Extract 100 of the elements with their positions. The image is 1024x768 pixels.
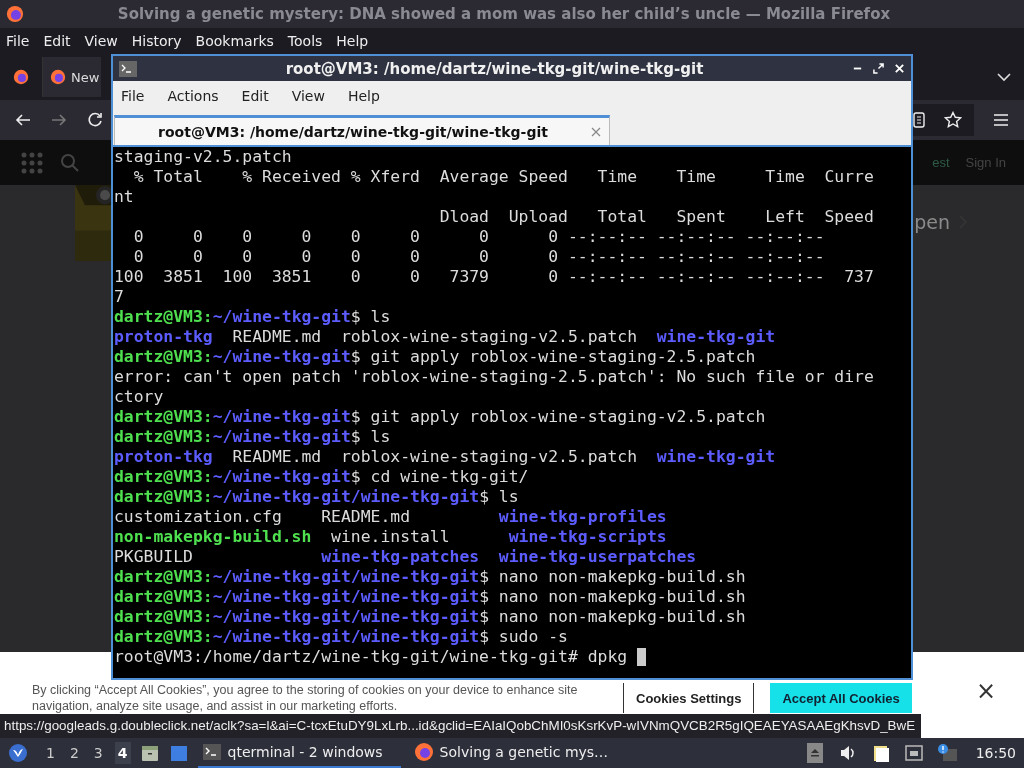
status-url: https://googleads.g.doubleclick.net/aclk?sa=l&ai=C-tcxEtuDY9LxLrb...id&gclid=EAIaIQobChMI0sKsrKvP-wIVNmQVCB2R5gIQEAEYASAAEgKhsvD_BwE [0,714,922,738]
terminal-text: root@VM3:/home/dartz/wine-tkg-git/wine-tkg-git# dpkg [114,647,629,667]
chevron-down-icon[interactable] [996,72,1012,82]
terminal-text: wine-tkg-patches [321,547,481,567]
star-icon[interactable] [944,111,962,129]
terminal-text: ~/wine-tkg-git [212,427,351,447]
terminal-text: ~/wine-tkg-git [212,307,351,327]
terminal-text: ~/wine-tkg-git [212,467,351,487]
terminal-text: $ sudo -s [479,627,568,647]
terminal-text: ~/wine-tkg-git/wine-tkg-git [212,607,480,627]
eject-icon[interactable] [804,743,825,763]
terminal-text: $ ls [479,487,519,507]
menu-item[interactable]: Help [347,88,380,104]
terminal-text: nt [114,187,134,207]
terminal-text: ~/wine-tkg-git/wine-tkg-git [212,627,480,647]
terminal-text: customization.cfg README.md [114,507,412,527]
terminal-text: wine-tkg-profiles [498,507,667,527]
terminal-text: wine-tkg-git [656,447,776,467]
folder-icon[interactable] [139,743,160,763]
terminal-text: PKGBUILD [114,547,194,567]
firefox-icon[interactable] [12,68,30,86]
terminal-text: $ ls [350,427,391,447]
text-cursor [637,648,646,666]
terminal-text: $ ls [350,307,391,327]
terminal-text: 7 [114,287,124,307]
terminal-text: 0 0 0 0 0 0 0 0 --:--:-- --:--:-- --:--:-- [132,227,825,247]
terminal-text: wine-tkg-scripts [508,527,667,547]
menu-item[interactable]: View [291,88,325,104]
terminal-text: $ nano non-makepkg-build.sh [479,587,746,607]
menu-item[interactable]: Tools [287,33,323,49]
terminal-text: README.md roblox-wine-staging-v2.5.patch [231,327,638,347]
terminal-text: wine-tkg-git [656,327,776,347]
terminal-text: dartz@VM3: [114,627,213,647]
menu-item[interactable]: Actions [167,88,219,104]
terminal-text: dartz@VM3: [114,467,213,487]
menu-item[interactable]: File [6,33,30,49]
terminal-text: dartz@VM3: [114,407,213,427]
terminal-text: wine.install [330,527,451,547]
terminal-text: dartz@VM3: [114,587,213,607]
network-icon[interactable] [903,743,924,763]
menu-icon[interactable] [992,111,1010,129]
firefox-icon [6,5,24,23]
terminal-text: $ cd wine-tkg-git/ [350,467,529,487]
desktop-icon[interactable] [168,743,189,763]
menu-item[interactable]: History [131,33,182,49]
menu-item[interactable]: Bookmarks [195,33,274,49]
terminal-icon [201,742,222,762]
terminal-text: dartz@VM3: [114,427,213,447]
workspace-button[interactable]: 2 [66,742,82,764]
terminal-text: staging-v2.5.patch [114,147,292,167]
terminal-text: ~/wine-tkg-git/wine-tkg-git [212,487,480,507]
taskbar-button[interactable]: Solving a genetic mys… [409,738,627,768]
terminal-text: 0 0 0 0 0 0 0 0 --:--:-- --:--:-- --:--:-- [132,247,825,267]
cookie-notice-text: By clicking “Accept All Cookies”, you agree to the storing of cookies on your device to enhance site navigation, analyze site usage, and assist in our marketing efforts. [32,682,579,714]
terminal-text: non-makepkg-build.sh [114,527,312,547]
terminal-text: $ git apply roblox-wine-staging-v2.5.patch [350,407,766,427]
terminal-text: ~/wine-tkg-git [212,407,351,427]
terminal-text: $ nano non-makepkg-build.sh [479,607,746,627]
terminal-text: proton-tkg [114,447,213,467]
window-title: root@VM3: /home/dartz/wine-tkg-git/wine-tkg-git [284,59,705,78]
terminal-text: ~/wine-tkg-git/wine-tkg-git [212,587,480,607]
accept-button[interactable]: Accept All Cookies [770,683,912,713]
terminal-text: dartz@VM3: [114,347,213,367]
terminal-text: proton-tkg [114,327,213,347]
menu-item[interactable]: File [121,88,145,104]
terminal-text: dartz@VM3: [114,487,213,507]
terminal-text: dartz@VM3: [114,607,213,627]
menu-item[interactable]: Edit [43,33,71,49]
firefox-icon [413,742,434,762]
terminal-text: $ nano non-makepkg-build.sh [479,567,746,587]
clock: 16:50 [975,745,1016,761]
terminal-text: Dload Upload Total Spent Left Speed [438,207,874,227]
terminal-text: ~/wine-tkg-git/wine-tkg-git [212,567,480,587]
taskbar-button[interactable]: qterminal - 2 windows [197,738,401,768]
terminal-text: README.md roblox-wine-staging-v2.5.patch [231,447,638,467]
workspace-button[interactable]: 1 [43,742,58,764]
workspace-button[interactable]: 4 [114,742,131,764]
workspace-button[interactable]: 3 [90,742,106,764]
terminal-text: $ git apply roblox-wine-staging-2.5.patch [350,347,756,367]
terminal-text: error: can't open patch 'roblox-wine-staging-2.5.patch': No such file or dire [114,367,874,387]
terminal-text: dartz@VM3: [114,567,213,587]
maximize-icon[interactable] [873,63,884,74]
browser-tab[interactable]: New [42,57,102,97]
terminal-tab[interactable]: root@VM3: /home/dartz/wine-tkg-git/wine-tkg-git [114,115,610,145]
menu-item[interactable]: Edit [241,88,269,104]
terminal-text: 100 3851 100 3851 0 0 7379 0 --:--:-- --:--:-- --:--:-- 737 [114,267,874,287]
open-link[interactable]: pen [914,211,968,233]
reader-view-icon[interactable] [910,111,928,129]
settings-button[interactable]: Cookies Settings [623,683,755,713]
start-menu-icon[interactable] [8,743,28,763]
close-button[interactable]: × [969,676,1002,706]
terminal-text: dartz@VM3: [114,307,213,327]
notification-icon[interactable] [936,743,957,763]
firefox-icon [49,68,67,86]
menu-item[interactable]: View [84,33,118,49]
terminal-text: ~/wine-tkg-git [212,347,351,367]
terminal-text: wine-tkg-userpatches [498,547,697,567]
reload-icon[interactable] [86,111,104,129]
menu-item[interactable]: Help [336,33,369,49]
terminal-text: ctory [114,387,164,407]
